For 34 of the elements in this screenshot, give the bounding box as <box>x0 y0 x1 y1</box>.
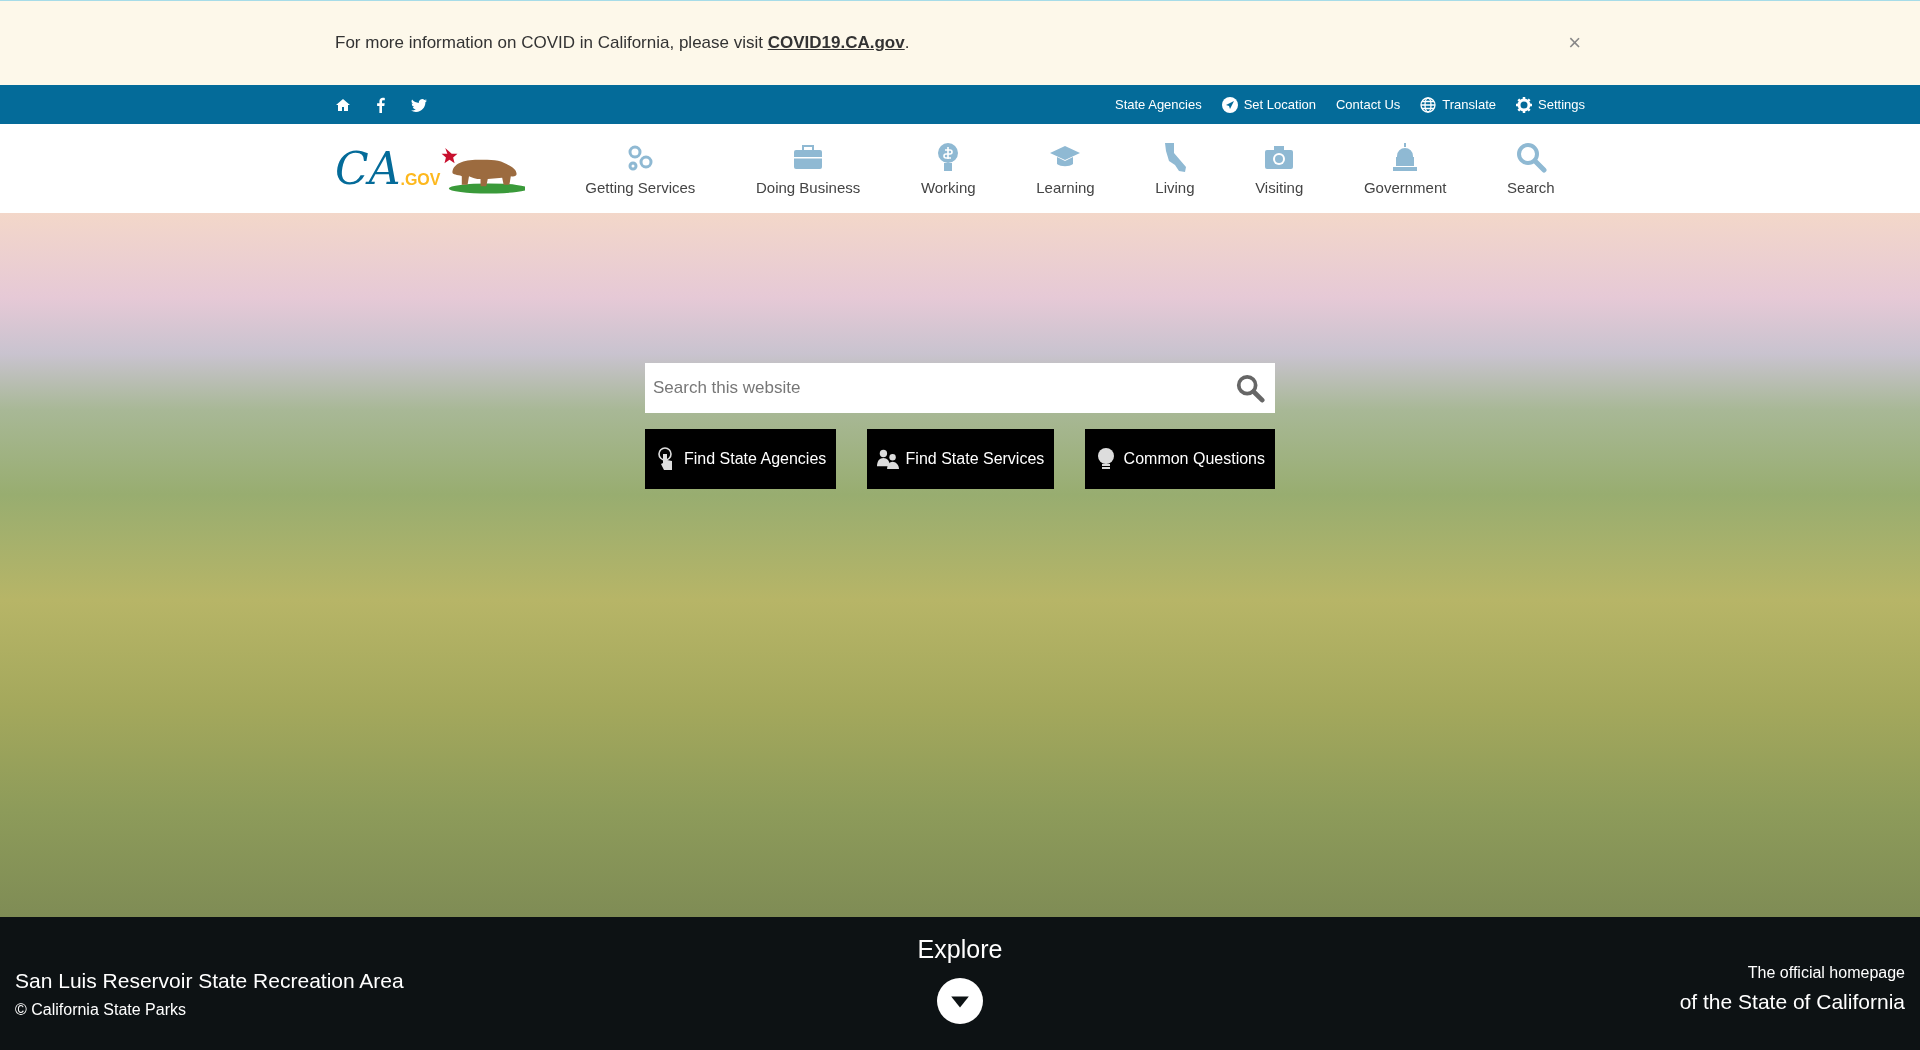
alert-message: For more information on COVID in California, please visit COVID19.CA.gov. <box>335 33 910 53</box>
nav-item[interactable]: Visiting <box>1255 141 1304 196</box>
nav-item[interactable]: Living <box>1155 141 1195 196</box>
search-icon <box>1514 141 1547 173</box>
nav-item[interactable]: Doing Business <box>756 141 861 196</box>
location-icon <box>1221 96 1238 113</box>
settings-icon <box>1516 96 1532 113</box>
globe-icon <box>1420 96 1437 113</box>
utility-link[interactable]: Translate <box>1420 96 1496 113</box>
utility-link[interactable]: Settings <box>1516 96 1585 113</box>
home-icon[interactable] <box>335 96 351 113</box>
nav-item[interactable]: Learning <box>1036 141 1095 196</box>
search-field[interactable]: Search this website <box>645 363 1275 413</box>
tagline: The official homepage <box>1747 963 1905 982</box>
photo-credit: © California State Parks <box>15 1000 187 1019</box>
people-icon <box>876 447 899 471</box>
quick-link-button[interactable]: Find State Services <box>866 429 1055 489</box>
explore-label: Explore <box>917 935 1003 964</box>
twitter-bird-icon[interactable] <box>411 96 427 113</box>
search-icon[interactable] <box>1235 373 1265 403</box>
nav-item[interactable]: Search <box>1507 141 1555 196</box>
nav-item[interactable]: Getting Services <box>585 141 696 196</box>
tagline: of the State of California <box>1679 989 1905 1014</box>
quick-link-button[interactable]: Find State Agencies <box>645 429 837 489</box>
nav-item[interactable]: Government <box>1363 141 1447 196</box>
quick-link-button[interactable]: Common Questions <box>1084 429 1275 489</box>
nav-item[interactable]: Working <box>920 141 976 196</box>
utility-link[interactable]: State Agencies <box>1114 97 1202 112</box>
scroll-down-button[interactable] <box>937 978 983 1024</box>
utility-link[interactable]: Set Location <box>1221 96 1316 113</box>
utility-link[interactable]: Contact Us <box>1336 97 1401 112</box>
photo-caption: San Luis Reservoir State Recreation Area <box>15 968 405 993</box>
ca-gov-logo[interactable]: CA.GOV <box>335 133 525 204</box>
covid-link[interactable]: COVID19.CA.gov <box>767 33 905 52</box>
